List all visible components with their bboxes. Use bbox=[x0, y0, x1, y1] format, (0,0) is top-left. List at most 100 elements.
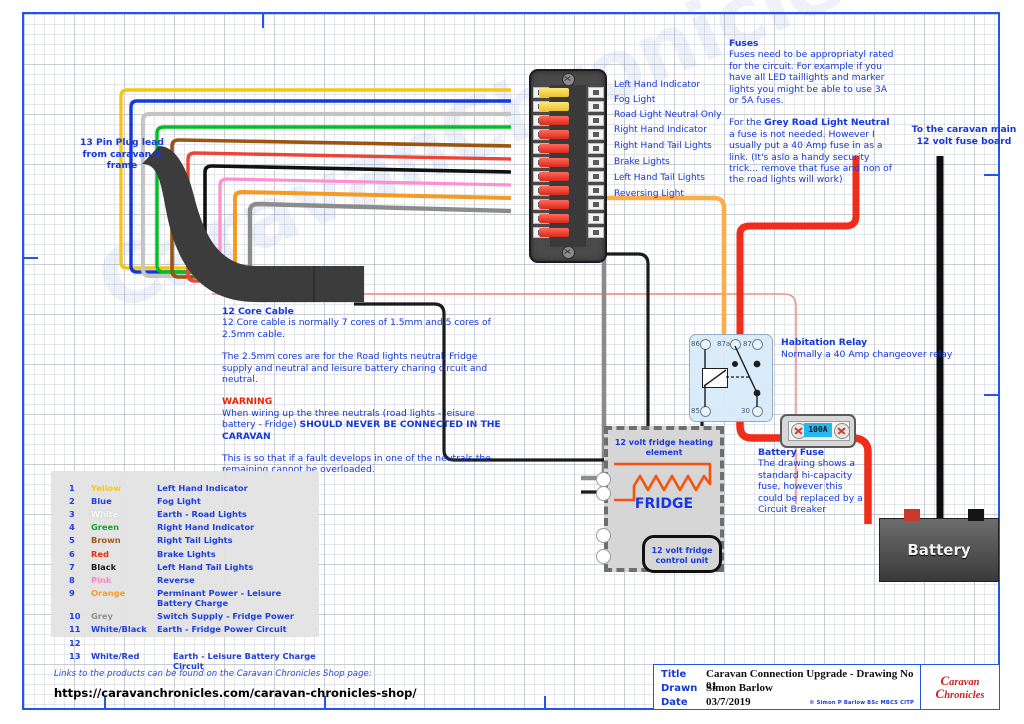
fridge-terminal-lug[interactable] bbox=[596, 549, 611, 564]
legend-row-colour: Yellow bbox=[91, 482, 121, 493]
legend-row-description: Fog Light bbox=[157, 495, 201, 506]
fuse-red[interactable] bbox=[539, 214, 569, 223]
legend-row: 8 Pink Reverse bbox=[69, 573, 319, 586]
fuses-note-title: Fuses bbox=[729, 38, 759, 49]
legend-row-description: Brake Lights bbox=[157, 548, 216, 559]
fuse-terminal-block[interactable] bbox=[529, 69, 607, 263]
fridge-heating-label: 12 volt fridge heating element bbox=[614, 438, 714, 457]
terminal-pad-right[interactable] bbox=[588, 101, 604, 112]
legend-row-description: Left Hand Indicator bbox=[157, 482, 248, 493]
terminal-pad-right[interactable] bbox=[588, 157, 604, 168]
drawn-value: Simon Barlow bbox=[706, 682, 773, 694]
date-key: Date bbox=[661, 697, 688, 708]
terminal-pad-right[interactable] bbox=[588, 213, 604, 224]
terminal-label-7: Reversing Light bbox=[614, 189, 684, 199]
legend-row: 2 Blue Fog Light bbox=[69, 494, 319, 507]
fuse-board-label: To the caravan main 12 volt fuse board bbox=[911, 124, 1017, 147]
legend-row-colour: Pink bbox=[91, 574, 112, 585]
legend-row: 3 White Earth - Road Lights bbox=[69, 507, 319, 520]
legend-row-description: Perminant Power - Leisure Battery Charge bbox=[157, 588, 282, 609]
habitation-relay[interactable]: 86 87a 87 85 30 bbox=[689, 334, 773, 422]
legend-row-colour: Green bbox=[91, 522, 120, 533]
fuse-red[interactable] bbox=[539, 144, 569, 153]
legend-row-number: 4 bbox=[69, 522, 75, 533]
fridge-terminal-lug[interactable] bbox=[596, 472, 611, 487]
legend-row-number: 1 bbox=[69, 482, 75, 493]
terminal-pad-right[interactable] bbox=[588, 129, 604, 140]
legend-row-number: 3 bbox=[69, 508, 75, 519]
relay-contacts-icon bbox=[704, 345, 761, 407]
logo-initial-ch: C bbox=[935, 686, 945, 701]
caravan-chronicles-logo: CCaravanaravan Chronicles bbox=[920, 665, 999, 709]
legend-row-number: 10 bbox=[69, 611, 81, 622]
legend-row: 10 Grey Switch Supply - Fridge Power bbox=[69, 610, 319, 623]
terminal-pad-right[interactable] bbox=[588, 171, 604, 182]
fuse-red[interactable] bbox=[539, 186, 569, 195]
battery-fuse-note-body: The drawing shows a standard hi-capacity… bbox=[758, 458, 863, 516]
habitation-relay-title: Habitation Relay bbox=[781, 337, 868, 348]
fuse-screw-right-icon bbox=[834, 423, 850, 439]
fuses-note: Fuses Fuses need to be appropriatyl rate… bbox=[729, 38, 894, 186]
shop-link-url[interactable]: https://caravanchronicles.com/caravan-ch… bbox=[54, 686, 417, 700]
legend-row-number: 11 bbox=[69, 624, 81, 635]
fuse-red[interactable] bbox=[539, 172, 569, 181]
shop-link-block: Links to the products can be found on th… bbox=[54, 669, 417, 700]
terminal-label-4: Right Hand Tail Lights bbox=[614, 141, 712, 151]
core-cable-warning-title: WARNING bbox=[222, 396, 273, 408]
title-block-fields: Title Caravan Connection Upgrade - Drawi… bbox=[654, 665, 920, 709]
battery-negative-terminal bbox=[968, 509, 984, 521]
terminal-pad-right[interactable] bbox=[588, 199, 604, 210]
terminal-pad-right[interactable] bbox=[588, 87, 604, 98]
fuse-red[interactable] bbox=[539, 130, 569, 139]
legend-row-colour bbox=[91, 636, 157, 649]
battery-fuse[interactable]: 100A bbox=[780, 414, 856, 448]
legend-row-number: 2 bbox=[69, 495, 75, 506]
drawing-sheet: CaravanChronicles.com bbox=[22, 0, 1024, 710]
terminal-pad-right[interactable] bbox=[588, 227, 604, 238]
terminal-pad-right[interactable] bbox=[588, 185, 604, 196]
fuses-note-para1: Fuses need to be appropriatyl rated for … bbox=[729, 49, 894, 107]
legend-row-number: 9 bbox=[69, 588, 75, 599]
legend-row-description bbox=[157, 636, 319, 649]
fuse-red[interactable] bbox=[539, 158, 569, 167]
fuses-note-para2: For the Grey Road Light Neutral a fuse i… bbox=[729, 117, 894, 185]
legend-row-colour: Black bbox=[91, 561, 117, 572]
battery-fuse-note: Battery Fuse The drawing shows a standar… bbox=[758, 447, 866, 515]
legend-row: 6 Red Brake Lights bbox=[69, 547, 319, 560]
terminal-pad-right[interactable] bbox=[588, 143, 604, 154]
battery: Battery bbox=[879, 518, 999, 582]
fuses-note-para2-bold: Grey Road Light Neutral bbox=[764, 117, 890, 129]
fridge-terminal-lug[interactable] bbox=[596, 486, 611, 501]
legend-row-description: Earth - Fridge Power Circuit bbox=[157, 624, 287, 635]
fridge-terminal-lug[interactable] bbox=[596, 528, 611, 543]
legend-table: 1 Yellow Left Hand Indicator 2 Blue Fog Light… bbox=[69, 481, 319, 672]
title-key: Title bbox=[661, 669, 687, 680]
legend-row-colour: Grey bbox=[91, 611, 113, 622]
terminal-label-2: Road Light Neutral Only bbox=[614, 110, 722, 120]
core-cable-note: 12 Core Cable 12 Core cable is normally … bbox=[222, 306, 502, 476]
legend-row: 5 Brown Right Tail Lights bbox=[69, 534, 319, 547]
legend-row-colour: Red bbox=[91, 548, 109, 559]
legend-row-description: Reverse bbox=[157, 574, 195, 585]
legend-row: 11 White/Black Earth - Fridge Power Circui… bbox=[69, 623, 319, 636]
terminal-pad-right[interactable] bbox=[588, 115, 604, 126]
logo-text: CCaravanaravan Chronicles bbox=[926, 674, 994, 701]
title-block: Title Caravan Connection Upgrade - Drawi… bbox=[653, 664, 1000, 710]
fuse-yellow[interactable] bbox=[539, 88, 569, 97]
fuse-red[interactable] bbox=[539, 200, 569, 209]
fuses-note-para2-pre: For the bbox=[729, 117, 765, 129]
fuse-yellow[interactable] bbox=[539, 102, 569, 111]
habitation-relay-subtitle: Normally a 40 Amp changeover relay bbox=[781, 349, 953, 360]
core-cable-title: 12 Core Cable bbox=[222, 306, 294, 317]
core-cable-warning-body: When wiring up the three neutrals (road … bbox=[222, 408, 502, 442]
shop-link-caption: Links to the products can be found on th… bbox=[54, 669, 372, 679]
fuses-note-para2-post: a fuse is not needed. However I usually … bbox=[729, 128, 893, 186]
screw-icon bbox=[562, 246, 575, 259]
fuse-red[interactable] bbox=[539, 116, 569, 125]
legend-row-colour: Orange bbox=[91, 588, 126, 599]
core-cable-para1: 12 Core cable is normally 7 cores of 1.5… bbox=[222, 317, 491, 340]
terminal-label-0: Left Hand Indicator bbox=[614, 80, 701, 90]
fuse-red[interactable] bbox=[539, 228, 569, 237]
legend-row-description: Left Hand Tail Lights bbox=[157, 561, 254, 572]
fridge-control-unit: 12 volt fridge control unit bbox=[642, 535, 722, 573]
